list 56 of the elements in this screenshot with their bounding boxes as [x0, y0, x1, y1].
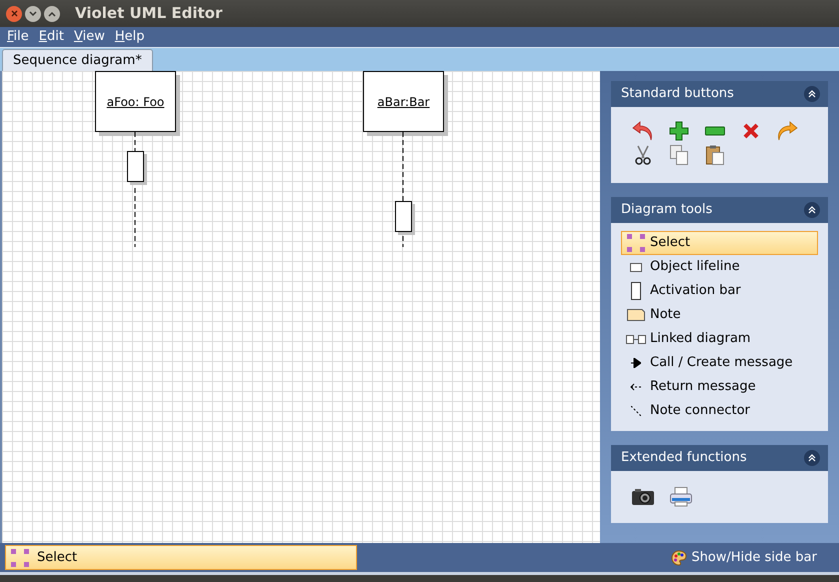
add-button[interactable]: [667, 119, 691, 143]
tool-item[interactable]: Object lifeline: [621, 255, 818, 279]
panel-title: Standard buttons: [621, 85, 734, 104]
tool-item[interactable]: Call / Create message: [621, 351, 818, 375]
bar-icon: [631, 282, 641, 300]
object-label: aFoo: Foo: [106, 94, 164, 110]
minimize-icon[interactable]: [25, 6, 41, 22]
camera-button[interactable]: [631, 487, 655, 507]
tool-item[interactable]: Note: [621, 303, 818, 327]
note-icon: [627, 309, 645, 321]
dotted-line-icon: [631, 406, 641, 416]
menu-item[interactable]: Help: [110, 27, 150, 47]
select-icon: [11, 548, 29, 566]
tool-item[interactable]: Note connector: [621, 399, 818, 423]
paste-button[interactable]: [703, 143, 727, 167]
activation-bar[interactable]: [395, 201, 412, 232]
tool-item[interactable]: Activation bar: [621, 279, 818, 303]
panel-title: Extended functions: [621, 449, 747, 468]
tool-item[interactable]: Select: [621, 231, 818, 255]
tool-item[interactable]: Linked diagram: [621, 327, 818, 351]
cross-icon: [742, 122, 760, 140]
palette-icon: [671, 550, 688, 566]
clipboard-icon: [706, 145, 724, 165]
menu-item[interactable]: File: [2, 27, 34, 47]
rectangle-icon: [630, 262, 642, 272]
close-icon[interactable]: [6, 6, 22, 22]
window-title: Violet UML Editor: [75, 3, 222, 24]
sidebar-toggle-button[interactable]: Show/Hide side bar: [671, 548, 817, 568]
dashed-arrow-icon: [630, 383, 642, 391]
minus-icon: [705, 126, 725, 136]
collapse-icon[interactable]: [804, 450, 820, 466]
panel-title: Diagram tools: [621, 201, 712, 220]
activation-bar[interactable]: [127, 151, 144, 182]
copy-icon: [670, 145, 688, 165]
menu-item[interactable]: View: [68, 27, 110, 47]
undo-button[interactable]: [631, 119, 655, 143]
scissors-icon: [635, 145, 651, 165]
maximize-icon[interactable]: [44, 6, 60, 22]
copy-button[interactable]: [667, 143, 691, 167]
current-tool-label: Select: [37, 548, 78, 567]
collapse-icon[interactable]: [804, 86, 820, 102]
printer-icon: [670, 487, 692, 507]
menu-item[interactable]: Edit: [34, 27, 69, 47]
select-icon: [627, 234, 645, 252]
print-button[interactable]: [669, 485, 693, 509]
collapse-icon[interactable]: [804, 202, 820, 218]
camera-icon: [632, 489, 654, 505]
linked-boxes-icon: [626, 334, 646, 344]
tool-item[interactable]: Return message: [621, 375, 818, 399]
arrow-icon: [631, 358, 641, 368]
redo-button[interactable]: [775, 119, 799, 143]
curved-arrow-icon: [632, 120, 654, 142]
curved-arrow-icon: [776, 120, 798, 142]
tab[interactable]: Sequence diagram*: [2, 49, 153, 71]
object-label: aBar:Bar: [377, 94, 430, 110]
plus-icon: [669, 121, 689, 141]
